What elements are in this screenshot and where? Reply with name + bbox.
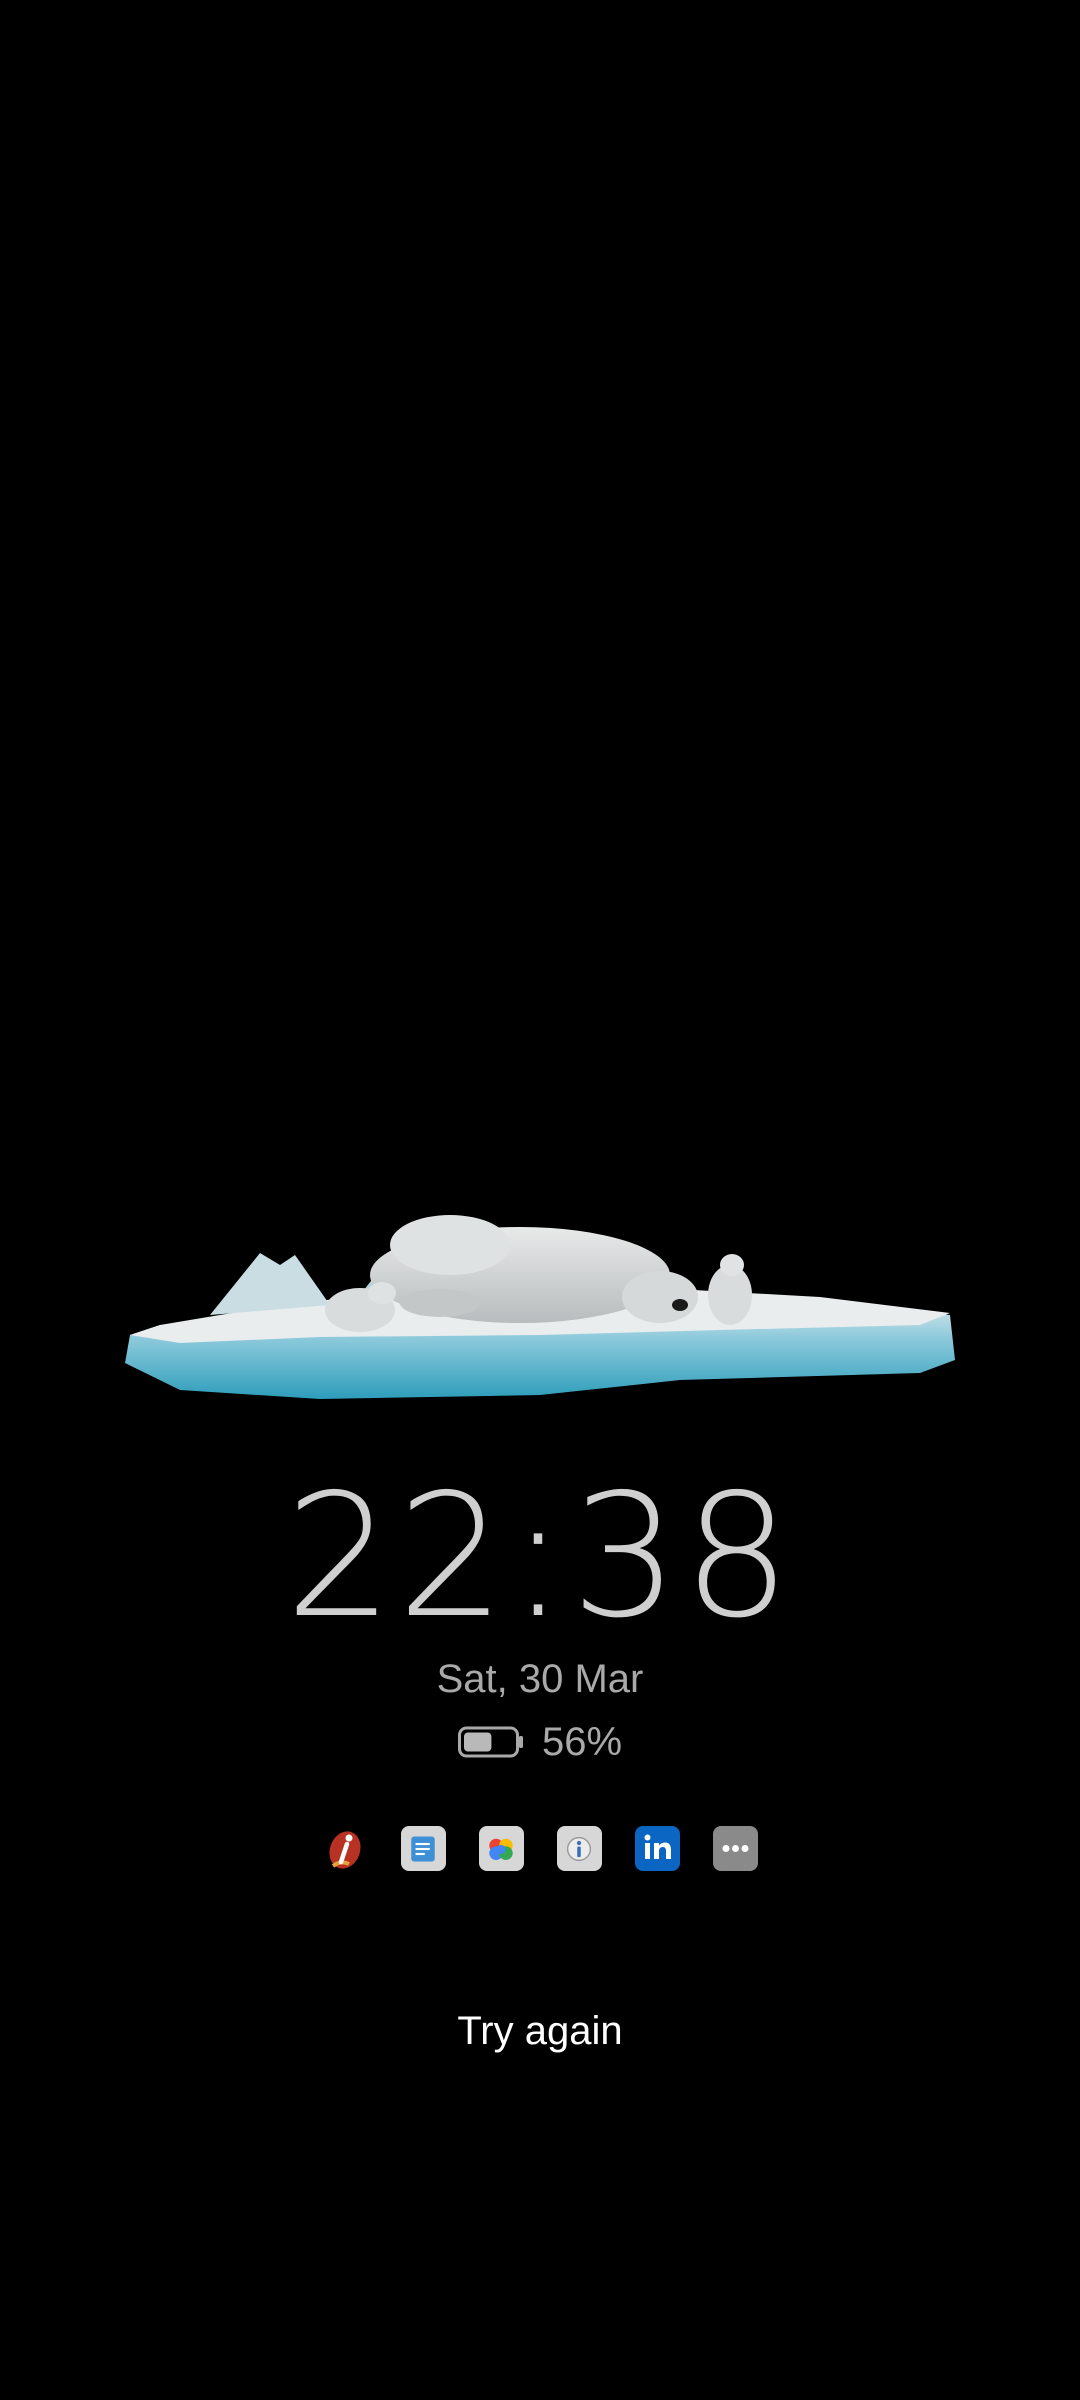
icici-app-icon[interactable]: [323, 1826, 368, 1871]
linkedin-app-icon[interactable]: [634, 1826, 680, 1871]
wallpaper-polar-bears: [125, 1215, 955, 1399]
info-app-icon[interactable]: [556, 1826, 602, 1871]
battery-percent: 56%: [541, 1720, 623, 1764]
lock-clock: 22:38: [285, 1458, 795, 1656]
notification-icons-row: [0, 1826, 1080, 1871]
docs-app-icon[interactable]: [400, 1826, 446, 1871]
battery-status: 56%: [0, 1718, 1080, 1766]
battery-icon: [457, 1726, 523, 1758]
unlock-prompt: Try again: [457, 2009, 623, 2053]
google-pay-app-icon[interactable]: [478, 1826, 524, 1871]
lock-date: Sat, 30 Mar: [436, 1657, 644, 1701]
more-notifications-icon[interactable]: [712, 1826, 758, 1871]
